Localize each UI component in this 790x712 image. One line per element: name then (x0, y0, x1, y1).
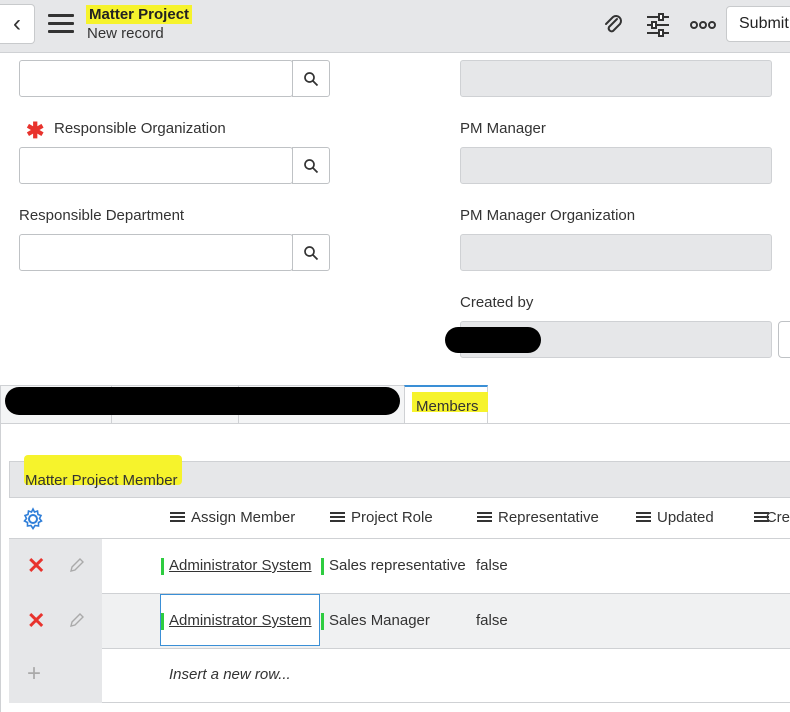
delete-row-icon[interactable]: ✕ (27, 553, 45, 579)
representative-cell: false (476, 557, 508, 574)
column-menu-icon[interactable] (636, 512, 651, 523)
more-options-icon[interactable] (688, 10, 718, 40)
edit-pencil-icon[interactable] (68, 556, 86, 579)
form-subtitle: New record (87, 25, 164, 42)
column-menu-icon[interactable] (477, 512, 492, 523)
column-created[interactable]: Cre (754, 509, 790, 526)
add-row-icon[interactable]: + (27, 660, 41, 688)
paperclip-icon[interactable] (598, 10, 628, 40)
settings-sliders-icon[interactable] (643, 10, 673, 40)
row-controls (9, 539, 102, 594)
responsible-org-lookup-button[interactable] (292, 147, 330, 184)
column-project-role[interactable]: Project Role (330, 509, 433, 526)
search-icon (304, 245, 319, 260)
pm-manager-field (460, 147, 772, 184)
project-role-cell: Sales representative (321, 557, 466, 575)
responsible-dept-field[interactable] (19, 234, 293, 271)
edit-pencil-icon[interactable] (68, 611, 86, 634)
redaction-mark (5, 387, 400, 415)
form-title: Matter Project (86, 5, 193, 24)
row-controls (9, 649, 102, 703)
lookup-button[interactable] (292, 60, 330, 97)
created-by-action-button[interactable] (778, 321, 790, 358)
insert-row-placeholder[interactable]: Insert a new row... (169, 666, 291, 683)
created-by-label: Created by (460, 294, 534, 311)
delete-row-icon[interactable]: ✕ (27, 608, 45, 634)
gear-icon[interactable] (21, 507, 45, 536)
related-list-title: Matter Project Member (25, 472, 178, 489)
responsible-dept-label: Responsible Department (19, 207, 185, 224)
column-updated[interactable]: Updated (636, 509, 714, 526)
column-menu-icon[interactable] (330, 512, 345, 523)
assign-member-cell[interactable]: Administrator System (161, 557, 312, 575)
search-icon (304, 158, 319, 173)
responsible-org-label: Responsible Organization (54, 120, 226, 137)
representative-cell: false (476, 612, 508, 629)
column-menu-icon[interactable] (754, 512, 769, 523)
pm-manager-org-label: PM Manager Organization (460, 207, 636, 224)
column-representative[interactable]: Representative (477, 509, 599, 526)
top-left-input[interactable] (19, 60, 293, 97)
row-controls (9, 594, 102, 649)
pm-manager-label: PM Manager (460, 120, 546, 137)
back-button[interactable]: ‹ (0, 4, 35, 44)
redaction-mark (445, 327, 541, 353)
top-right-readonly-field (460, 60, 772, 97)
responsible-dept-lookup-button[interactable] (292, 234, 330, 271)
assign-member-cell[interactable]: Administrator System (161, 612, 312, 630)
menu-icon[interactable] (48, 14, 74, 34)
submit-button[interactable]: Submit (726, 6, 790, 42)
required-icon: ✱ (26, 118, 45, 143)
column-menu-icon[interactable] (170, 512, 185, 523)
column-assign-member[interactable]: Assign Member (170, 509, 295, 526)
tab-members-label: Members (416, 398, 479, 415)
insert-row[interactable] (9, 649, 790, 703)
search-icon (304, 71, 319, 86)
responsible-org-field[interactable] (19, 147, 293, 184)
pm-manager-org-field (460, 234, 772, 271)
project-role-cell: Sales Manager (321, 612, 430, 630)
chevron-left-icon: ‹ (13, 10, 21, 37)
